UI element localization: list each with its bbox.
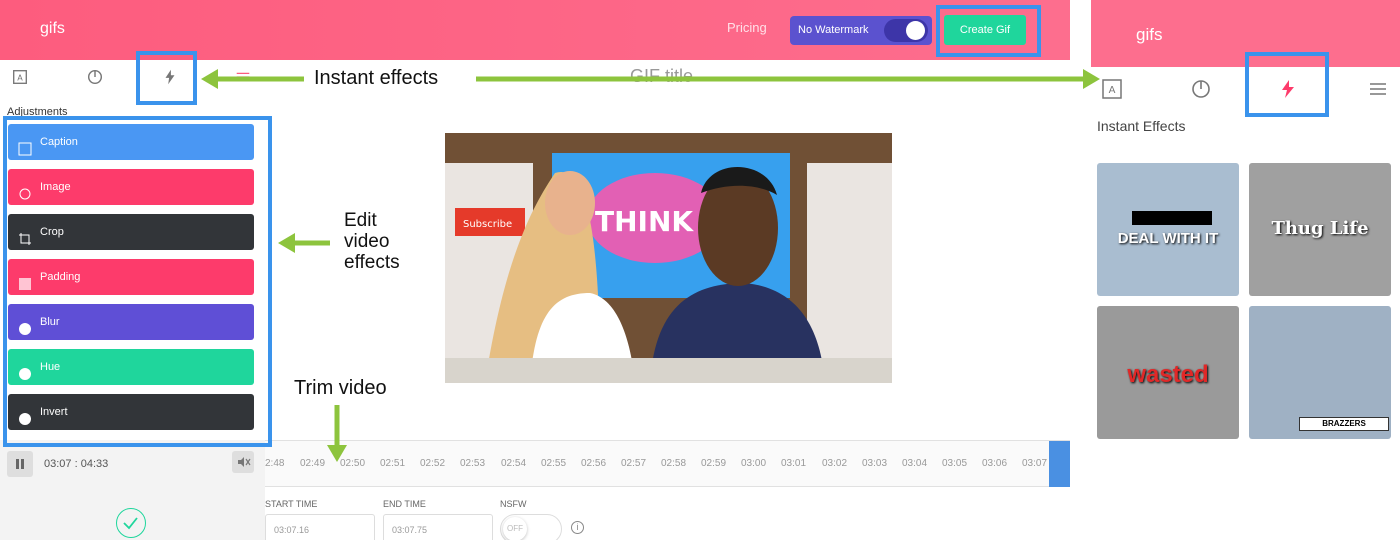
timeline-tick: 02:54 [501,458,527,469]
timeline-tick: 02:56 [581,458,607,469]
timeline-tick: 02:55 [541,458,567,469]
edit-effects-annotation: Edit video effects [344,210,400,273]
sliders-icon [236,72,250,82]
effect-label: BRAZZERS [1299,417,1389,431]
timeline-tick: 02:57 [621,458,647,469]
effect-label: DEAL WITH IT [1117,230,1219,247]
trim-video-annotation: Trim video [294,377,387,399]
timeline-tick: 2:48 [265,458,285,469]
pie-icon[interactable] [1190,78,1212,100]
timeline-tick: 03:04 [902,458,928,469]
nsfw-toggle[interactable]: OFF [500,514,562,540]
playback-time: 03:07 : 04:33 [44,458,109,470]
instant-effects-annotation: Instant effects [314,67,439,89]
end-time-label: END TIME [383,499,426,509]
effect-label: wasted [1127,361,1209,388]
total-time: 04:33 [80,458,109,470]
timeline-tick: 03:03 [862,458,888,469]
screenshot-root: gifs Pricing No Watermark Create Gif A A… [0,0,1400,540]
brand-logo[interactable]: gifs [40,20,65,38]
timeline-tick: 02:50 [340,458,366,469]
timeline-tick: 02:59 [701,458,727,469]
timeline-tick: 03:06 [982,458,1008,469]
trim-end-handle[interactable] [1049,441,1070,487]
timeline-tick: 03:07 [1022,458,1048,469]
start-time-label: START TIME [265,499,318,509]
watermark-switch[interactable] [884,19,928,42]
timeline-tick: 02:58 [661,458,687,469]
timeline-tick: 03:05 [942,458,968,469]
check-icon [123,517,138,530]
pie-icon [87,69,103,85]
start-time-input[interactable]: 03:07.16 [265,514,375,540]
editor-tabs: A [0,60,265,100]
caption-tab[interactable]: A [8,68,32,92]
sliders-icon[interactable] [1367,78,1389,100]
effect-thug-life[interactable]: Thug Life [1249,163,1391,296]
timeline-tick: 02:53 [460,458,486,469]
mute-icon [238,457,251,467]
adjustments-highlight [3,116,272,447]
info-icon[interactable]: i [571,521,584,534]
pause-button[interactable] [7,451,33,477]
playback-controls: 03:07 : 04:33 [0,440,265,540]
pause-icon [16,459,24,469]
effect-label: Thug Life [1271,218,1369,239]
watermark-toggle[interactable]: No Watermark [790,16,932,45]
timeline-tick: 03:02 [822,458,848,469]
mute-button[interactable] [232,451,254,473]
nsfw-knob: OFF [503,517,527,540]
switch-knob [906,21,925,40]
trim-controls: START TIME 03:07.16 END TIME 03:07.75 NS… [265,490,1070,540]
confirm-button[interactable] [116,508,146,538]
preview-subscribe-text: Subscribe [463,219,512,230]
effect-wasted[interactable]: wasted [1097,306,1239,439]
timeline-tick: 03:00 [741,458,767,469]
caption-icon: A [13,70,27,84]
video-frame: THINK TA Subscribe [445,133,892,383]
sunglasses-icon [1132,211,1212,225]
zoom-tab-highlight [1245,52,1329,117]
image-tab[interactable] [83,68,107,92]
gif-title-input[interactable]: GIF title [630,66,693,87]
effect-brazzers[interactable]: BRAZZERS [1249,306,1391,439]
adjustments-tab[interactable] [231,68,255,92]
nsfw-label: NSFW [500,499,527,509]
zoom-brand: gifs [1136,25,1163,44]
effect-deal-with-it[interactable]: DEAL WITH IT [1097,163,1239,296]
caption-icon[interactable]: A [1101,78,1123,100]
video-preview: THINK TA Subscribe [445,133,892,383]
svg-text:A: A [17,73,23,83]
watermark-label: No Watermark [798,24,869,36]
pricing-link[interactable]: Pricing [727,20,767,35]
svg-text:A: A [1109,85,1116,96]
timeline-tick: 02:49 [300,458,326,469]
trim-timeline[interactable]: 2:48 02:49 02:50 02:51 02:52 02:53 02:54… [265,440,1070,487]
end-time-input[interactable]: 03:07.75 [383,514,493,540]
timeline-tick: 02:52 [420,458,446,469]
timeline-tick: 02:51 [380,458,406,469]
instant-effects-label: Instant Effects [1097,118,1186,134]
effects-tab-highlight [136,51,197,105]
timeline-tick: 03:01 [781,458,807,469]
create-gif-highlight [936,5,1041,57]
current-time: 03:07 [44,458,72,470]
